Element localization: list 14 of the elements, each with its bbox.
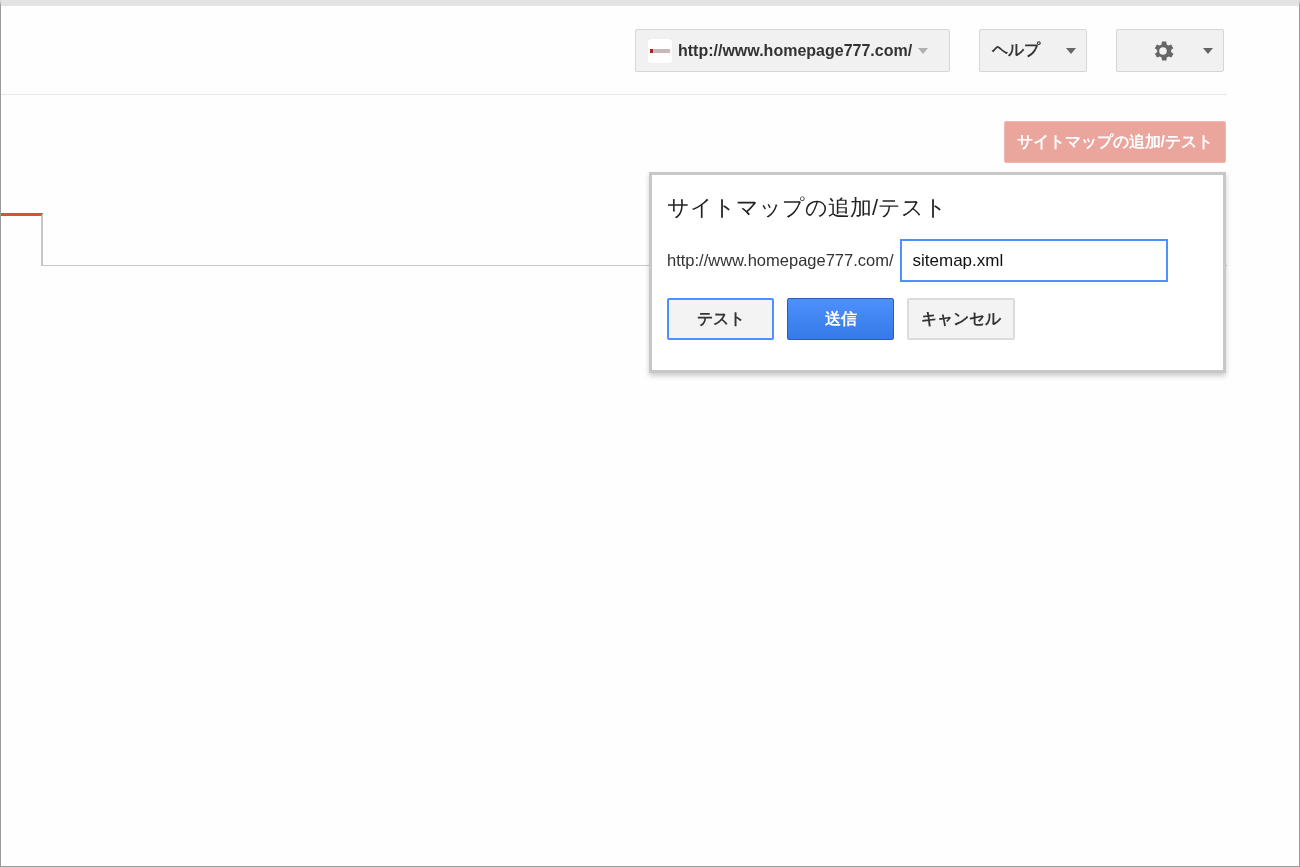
dialog-button[interactable]: キャンセル [907, 298, 1015, 340]
sitemap-input-field[interactable]: sitemap.xml [899, 239, 1168, 282]
url-prefix: http://www.homepage777.com/ [667, 251, 894, 270]
site-logo-icon [648, 38, 672, 63]
dialog-title: サイトマップの追加/テスト [667, 194, 949, 222]
caret-icon [1203, 47, 1213, 54]
dialog-button[interactable]: テスト [667, 298, 774, 340]
site-selector[interactable]: http://www.homepage777.com/ [635, 29, 950, 72]
caret-icon [1066, 47, 1076, 54]
dialog-button[interactable]: 送信 [787, 298, 894, 340]
caret-icon [918, 47, 929, 54]
settings-menu[interactable] [1116, 29, 1224, 72]
selected-tab-edge [1, 213, 43, 266]
help-menu[interactable]: ヘルプ [979, 29, 1087, 72]
